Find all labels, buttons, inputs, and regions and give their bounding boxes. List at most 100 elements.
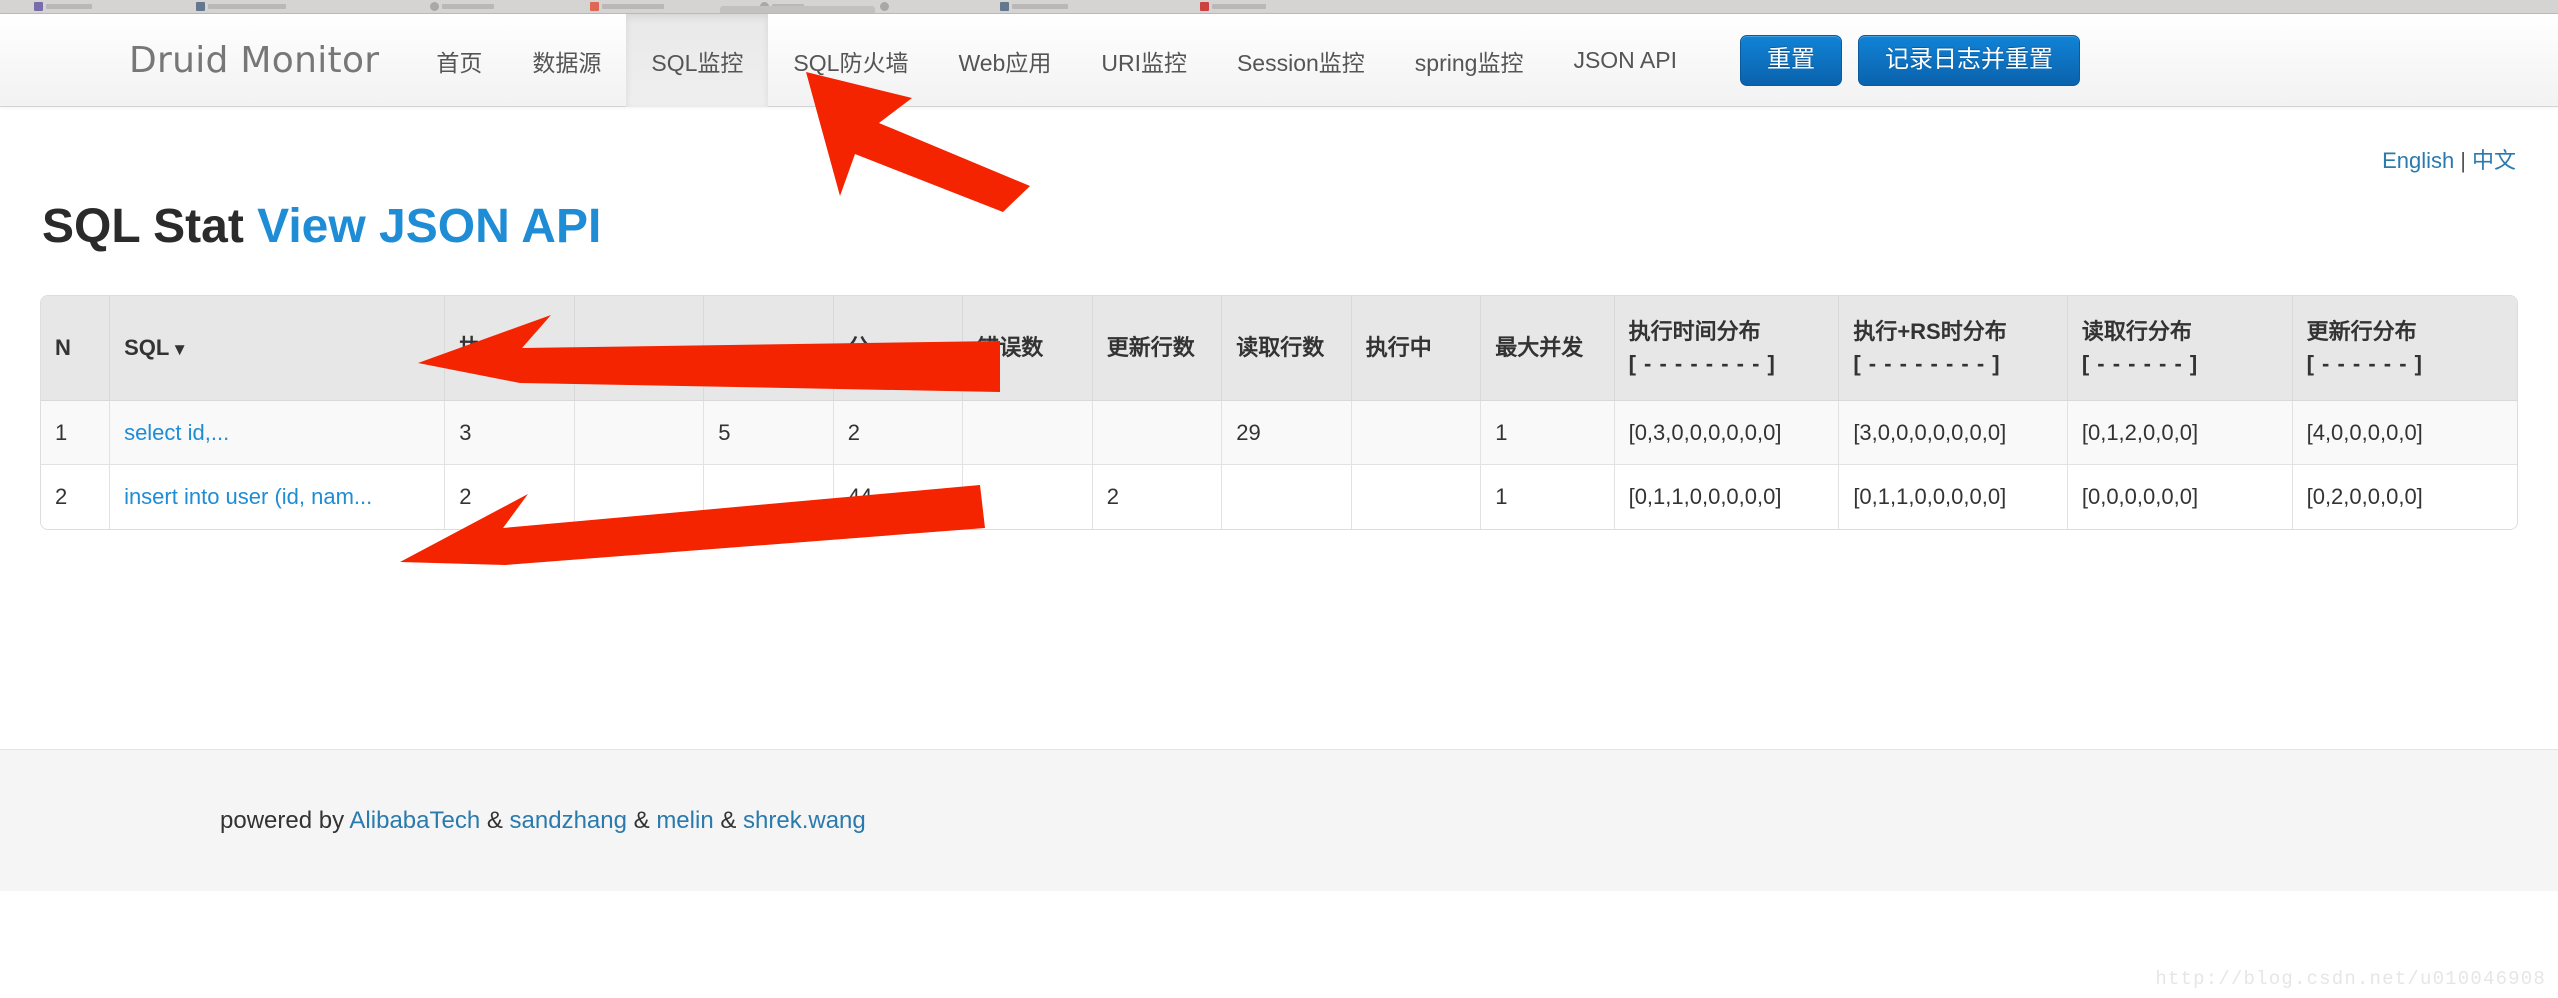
col-header-max-concurrent[interactable]: 最大并发 bbox=[1480, 296, 1615, 401]
footer-link-shrek-wang[interactable]: shrek.wang bbox=[743, 807, 866, 834]
col-header-update-rows-dist-label: 更新行分布 bbox=[2306, 318, 2417, 344]
lang-english-link[interactable]: English bbox=[2382, 148, 2454, 173]
col-header-read-rows-dist-sub: [ - - - - - - ] bbox=[2081, 350, 2199, 376]
sql-detail-link[interactable]: select id,... bbox=[124, 420, 229, 445]
sort-desc-icon[interactable]: ▼ bbox=[171, 340, 188, 359]
cell-read-rows-dist: [0,0,0,0,0,0] bbox=[2067, 464, 2293, 530]
bookmark-item[interactable] bbox=[590, 1, 664, 12]
cell-max-concurrent: 1 bbox=[1480, 400, 1615, 466]
col-header-exec-time-dist[interactable]: 执行时间分布 [ - - - - - - - - ] bbox=[1614, 296, 1840, 401]
cell-error-count bbox=[962, 464, 1093, 530]
footer-link-sandzhang[interactable]: sandzhang bbox=[510, 807, 627, 834]
cell-update-rows-dist: [0,2,0,0,0,0] bbox=[2292, 464, 2517, 530]
cell-col5: 44 bbox=[833, 464, 964, 530]
cell-update-rows: 2 bbox=[1092, 464, 1223, 530]
table-header-row: N SQL ▼ 执 分 错误数 更新行数 读取行数 执行中 最大并发 执行时间分布… bbox=[41, 296, 2517, 401]
bookmark-item[interactable] bbox=[1200, 1, 1266, 12]
brand-title[interactable]: Druid Monitor bbox=[129, 40, 411, 81]
cell-col3 bbox=[574, 464, 705, 530]
language-switcher: English | 中文 bbox=[2382, 143, 2516, 175]
cell-running bbox=[1351, 464, 1482, 530]
col-header-col3[interactable] bbox=[574, 296, 705, 401]
footer-link-melin[interactable]: melin bbox=[656, 807, 713, 834]
col-header-read-rows-dist[interactable]: 读取行分布 [ - - - - - - ] bbox=[2067, 296, 2293, 401]
cell-exec-time-dist: [0,1,1,0,0,0,0,0] bbox=[1614, 464, 1840, 530]
cell-exec-count: 3 bbox=[444, 400, 575, 466]
lang-separator: | bbox=[2460, 148, 2466, 173]
table-body: 1 select id,... 3 5 2 29 1 [0,3,0,0,0,0,… bbox=[41, 400, 2517, 530]
col-header-error-count[interactable]: 错误数 bbox=[962, 296, 1093, 401]
footer-sep: & bbox=[480, 806, 510, 834]
nav-actions: 重置 记录日志并重置 bbox=[1740, 35, 2080, 86]
nav-item-uri-monitor[interactable]: URI监控 bbox=[1076, 14, 1212, 107]
cell-sql: select id,... bbox=[109, 400, 446, 466]
cell-read-rows-dist: [0,1,2,0,0,0] bbox=[2067, 400, 2293, 466]
nav-item-home[interactable]: 首页 bbox=[411, 14, 507, 107]
cell-col5: 2 bbox=[833, 400, 964, 466]
nav-item-spring-monitor[interactable]: spring监控 bbox=[1390, 14, 1549, 107]
nav-item-datasource[interactable]: 数据源 bbox=[507, 14, 626, 107]
nav-item-sql-monitor[interactable]: SQL监控 bbox=[626, 14, 769, 107]
footer-link-alibabatech[interactable]: AlibabaTech bbox=[349, 807, 480, 834]
bookmark-item[interactable] bbox=[1000, 1, 1068, 12]
col-header-exec-time-dist-label: 执行时间分布 bbox=[1628, 318, 1761, 344]
sql-detail-link[interactable]: insert into user (id, nam... bbox=[124, 484, 372, 509]
col-header-read-rows-dist-label: 读取行分布 bbox=[2081, 318, 2192, 344]
table-head: N SQL ▼ 执 分 错误数 更新行数 读取行数 执行中 最大并发 执行时间分布… bbox=[41, 296, 2517, 401]
footer-sep: & bbox=[713, 806, 744, 834]
col-header-update-rows-dist[interactable]: 更新行分布 [ - - - - - - ] bbox=[2292, 296, 2517, 401]
col-header-read-rows[interactable]: 读取行数 bbox=[1221, 296, 1352, 401]
browser-bookmark-bar bbox=[0, 0, 2558, 14]
col-header-exec-count[interactable]: 执 bbox=[444, 296, 575, 401]
col-header-exec-rs-time-dist-sub: [ - - - - - - - - ] bbox=[1853, 350, 2001, 376]
col-header-running[interactable]: 执行中 bbox=[1351, 296, 1482, 401]
table-row[interactable]: 1 select id,... 3 5 2 29 1 [0,3,0,0,0,0,… bbox=[41, 400, 2517, 466]
cell-running bbox=[1351, 400, 1482, 466]
cell-max-concurrent: 1 bbox=[1480, 464, 1615, 530]
col-header-update-rows[interactable]: 更新行数 bbox=[1092, 296, 1223, 401]
col-header-exec-time-dist-sub: [ - - - - - - - - ] bbox=[1628, 350, 1776, 376]
sql-stat-table: N SQL ▼ 执 分 错误数 更新行数 读取行数 执行中 最大并发 执行时间分布… bbox=[41, 296, 2517, 530]
reset-button[interactable]: 重置 bbox=[1740, 35, 1842, 86]
bookmark-item[interactable] bbox=[880, 1, 889, 12]
bookmark-item[interactable] bbox=[430, 1, 494, 12]
footer-credits: powered by AlibabaTech & sandzhang & mel… bbox=[220, 807, 866, 835]
page-title-text: SQL Stat bbox=[42, 200, 244, 254]
footer-sep: & bbox=[626, 806, 657, 834]
footer-prefix: powered by bbox=[220, 806, 350, 834]
col-header-exec-rs-time-dist-label: 执行+RS时分布 bbox=[1853, 318, 2007, 344]
page-title: SQL Stat View JSON API bbox=[42, 199, 601, 254]
cell-read-rows: 29 bbox=[1221, 400, 1352, 466]
col-header-sql[interactable]: SQL ▼ bbox=[109, 296, 446, 401]
cell-exec-time-dist: [0,3,0,0,0,0,0,0] bbox=[1614, 400, 1840, 466]
cell-sql: insert into user (id, nam... bbox=[109, 464, 446, 530]
col-header-col4[interactable] bbox=[703, 296, 834, 401]
table-row[interactable]: 2 insert into user (id, nam... 2 44 2 1 … bbox=[41, 464, 2517, 530]
lang-chinese-link[interactable]: 中文 bbox=[2472, 148, 2516, 173]
col-header-exec-rs-time-dist[interactable]: 执行+RS时分布 [ - - - - - - - - ] bbox=[1838, 296, 2068, 401]
nav-item-web-app[interactable]: Web应用 bbox=[933, 14, 1076, 107]
nav-item-sql-firewall[interactable]: SQL防火墙 bbox=[768, 14, 933, 107]
cell-exec-count: 2 bbox=[444, 464, 575, 530]
view-json-api-link[interactable]: View JSON API bbox=[257, 200, 601, 253]
sql-stat-table-wrapper: N SQL ▼ 执 分 错误数 更新行数 读取行数 执行中 最大并发 执行时间分布… bbox=[40, 295, 2518, 531]
col-header-update-rows-dist-sub: [ - - - - - - ] bbox=[2306, 350, 2423, 376]
cell-exec-rs-time-dist: [3,0,0,0,0,0,0,0] bbox=[1838, 400, 2068, 466]
cell-col4: 5 bbox=[703, 400, 834, 466]
page-footer: powered by AlibabaTech & sandzhang & mel… bbox=[0, 749, 2558, 891]
app-root: Druid Monitor 首页 数据源 SQL监控 SQL防火墙 Web应用 … bbox=[0, 0, 2558, 998]
col-header-n: N bbox=[41, 296, 111, 401]
col-header-sql-label: SQL bbox=[124, 334, 170, 360]
cell-error-count bbox=[962, 400, 1093, 466]
nav-item-json-api[interactable]: JSON API bbox=[1548, 14, 1702, 107]
cell-exec-rs-time-dist: [0,1,1,0,0,0,0,0] bbox=[1838, 464, 2068, 530]
bookmark-item[interactable] bbox=[34, 1, 92, 12]
nav-item-session-monitor[interactable]: Session监控 bbox=[1212, 14, 1390, 107]
csdn-watermark: http://blog.csdn.net/u010046908 bbox=[2155, 968, 2546, 990]
col-header-col5[interactable]: 分 bbox=[833, 296, 964, 401]
bookmark-item[interactable] bbox=[196, 1, 286, 12]
cell-n: 1 bbox=[41, 400, 111, 466]
log-and-reset-button[interactable]: 记录日志并重置 bbox=[1858, 35, 2080, 86]
nav-menu: 首页 数据源 SQL监控 SQL防火墙 Web应用 URI监控 Session监… bbox=[411, 14, 1702, 107]
browser-tab-stub[interactable] bbox=[720, 6, 875, 13]
